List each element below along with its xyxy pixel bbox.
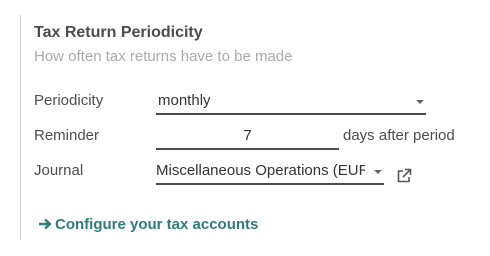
journal-label: Journal	[34, 162, 84, 179]
journal-value: Miscellaneous Operations (EUR)	[156, 162, 365, 179]
periodicity-value: monthly	[158, 92, 211, 109]
configure-tax-accounts-label: Configure your tax accounts	[55, 216, 259, 233]
arrow-right-icon	[38, 216, 52, 233]
caret-down-icon	[374, 170, 382, 174]
reminder-value: 7	[243, 127, 252, 144]
journal-select[interactable]: Miscellaneous Operations (EUR)	[156, 161, 384, 185]
caret-down-icon	[416, 100, 424, 104]
periodicity-label: Periodicity	[34, 92, 104, 109]
periodicity-select[interactable]: monthly	[156, 91, 426, 115]
reminder-suffix: days after period	[343, 127, 455, 144]
section-title: Tax Return Periodicity	[34, 24, 203, 41]
configure-tax-accounts-link[interactable]: Configure your tax accounts	[38, 216, 258, 233]
reminder-label: Reminder	[34, 127, 100, 144]
tax-return-periodicity-panel: Tax Return Periodicity How often tax ret…	[20, 15, 481, 240]
section-subtitle: How often tax returns have to be made	[34, 48, 293, 65]
reminder-days-input[interactable]: 7	[156, 126, 339, 150]
external-link-icon[interactable]	[395, 167, 413, 185]
